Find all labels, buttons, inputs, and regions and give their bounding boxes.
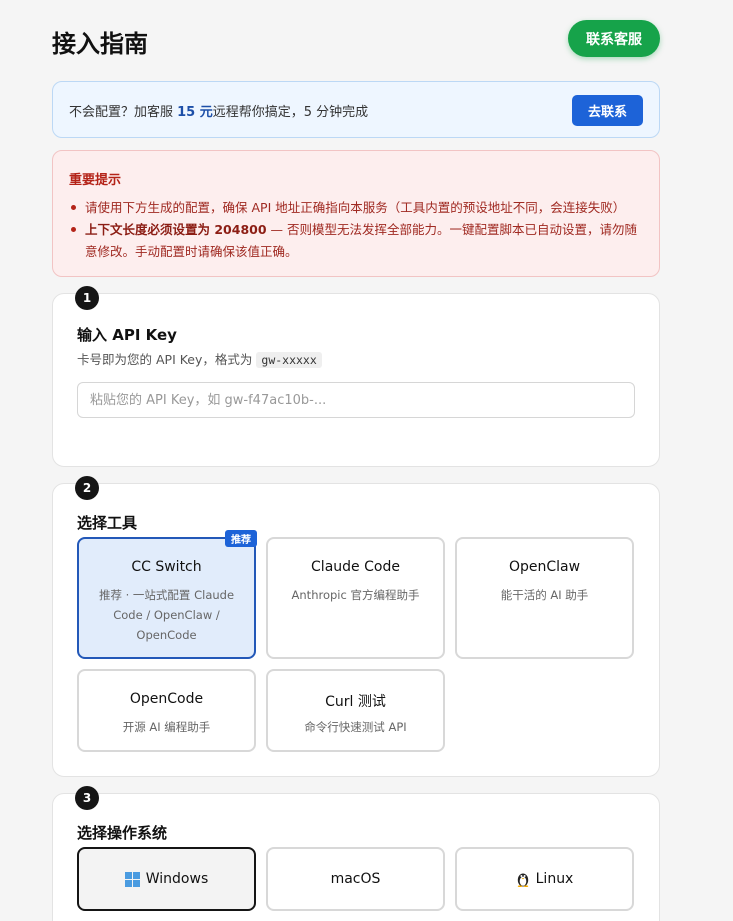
step-title: 输入 API Key bbox=[77, 326, 177, 344]
important-notice: 重要提示 请使用下方生成的配置，确保 API 地址正确指向本服务（工具内置的预设… bbox=[52, 150, 660, 277]
remote-help-banner: 不会配置？加客服 15 元远程帮你搞定，5 分钟完成 去联系 bbox=[52, 81, 660, 138]
banner-text: 不会配置？加客服 15 元远程帮你搞定，5 分钟完成 bbox=[69, 101, 368, 120]
notice-title: 重要提示 bbox=[69, 173, 122, 188]
header: 接入指南 联系客服 bbox=[52, 20, 660, 60]
os-option-windows[interactable]: Windows bbox=[77, 847, 256, 911]
os-option-macos[interactable]: macOS bbox=[266, 847, 445, 911]
recommended-badge: 推荐 bbox=[225, 530, 257, 547]
step-api-key-card: 1 输入 API Key 卡号即为您的 API Key，格式为 gw-xxxxx bbox=[52, 286, 660, 467]
go-contact-button[interactable]: 去联系 bbox=[572, 95, 643, 126]
tool-option-openclaw[interactable]: OpenClaw 能干活的 AI 助手 bbox=[455, 537, 634, 659]
tool-name: CC Switch bbox=[131, 559, 202, 575]
notice-item-bold: 上下文长度必须设置为 204800 bbox=[85, 222, 267, 237]
tool-name: OpenClaw bbox=[508, 559, 581, 575]
api-key-hint: 卡号即为您的 API Key，格式为 gw-xxxxx bbox=[77, 349, 322, 368]
tool-option-cc-switch[interactable]: 推荐 CC Switch 推荐 · 一站式配置 Claude Code / Op… bbox=[77, 530, 257, 659]
penguin-icon bbox=[517, 873, 528, 887]
notice-list: 请使用下方生成的配置，确保 API 地址正确指向本服务（工具内置的预设地址不同，… bbox=[69, 197, 644, 263]
tool-name: OpenCode bbox=[129, 691, 204, 707]
os-name: Linux bbox=[535, 871, 574, 887]
tool-option-claude-code[interactable]: Claude Code Anthropic 官方编程助手 bbox=[266, 537, 445, 659]
notice-item: 上下文长度必须设置为 204800 — 否则模型无法发挥全部能力。一键配置脚本已… bbox=[69, 219, 644, 263]
bullet-dot bbox=[71, 227, 76, 232]
banner-price: 15 元 bbox=[177, 105, 213, 120]
banner-text-before: 不会配置？加客服 bbox=[69, 105, 178, 120]
api-key-input[interactable] bbox=[77, 382, 635, 418]
step-title: 选择工具 bbox=[77, 514, 138, 532]
banner-text-after: 远程帮你搞定，5 分钟完成 bbox=[212, 105, 369, 120]
tool-option-opencode[interactable]: OpenCode 开源 AI 编程助手 bbox=[77, 669, 256, 752]
tool-desc: 开源 AI 编程助手 bbox=[122, 720, 211, 734]
contact-support-button[interactable]: 联系客服 bbox=[568, 20, 660, 57]
tool-desc: 推荐 · 一站式配置 Claude Code / OpenClaw / Open… bbox=[98, 588, 235, 642]
api-key-hint-text: 卡号即为您的 API Key，格式为 bbox=[77, 352, 253, 367]
tool-desc: 命令行快速测试 API bbox=[304, 720, 407, 734]
tool-name: Curl 测试 bbox=[325, 694, 386, 710]
tool-desc: Anthropic 官方编程助手 bbox=[291, 588, 420, 602]
step-number-badge: 1 bbox=[75, 286, 99, 310]
tool-option-curl-test[interactable]: Curl 测试 命令行快速测试 API bbox=[266, 669, 445, 752]
bullet-dot bbox=[71, 205, 76, 210]
key-format-code: gw-xxxxx bbox=[256, 352, 322, 368]
step-title: 选择操作系统 bbox=[77, 824, 168, 842]
step-number-badge: 3 bbox=[75, 786, 99, 810]
notice-item-text: 请使用下方生成的配置，确保 API 地址正确指向本服务（工具内置的预设地址不同，… bbox=[85, 200, 626, 215]
page-title: 接入指南 bbox=[52, 30, 148, 58]
step-choose-os-card: 3 选择操作系统 Windows macOS Linux bbox=[52, 786, 660, 921]
os-name: macOS bbox=[330, 871, 381, 887]
tool-name: Claude Code bbox=[311, 559, 400, 575]
os-option-linux[interactable]: Linux bbox=[455, 847, 634, 911]
windows-icon bbox=[124, 871, 140, 887]
notice-item: 请使用下方生成的配置，确保 API 地址正确指向本服务（工具内置的预设地址不同，… bbox=[69, 197, 644, 219]
os-name: Windows bbox=[145, 871, 209, 887]
step-number-badge: 2 bbox=[75, 476, 99, 500]
step-choose-tool-card: 2 选择工具 推荐 CC Switch 推荐 · 一站式配置 Claude Co… bbox=[52, 476, 660, 777]
tool-desc: 能干活的 AI 助手 bbox=[500, 588, 589, 602]
